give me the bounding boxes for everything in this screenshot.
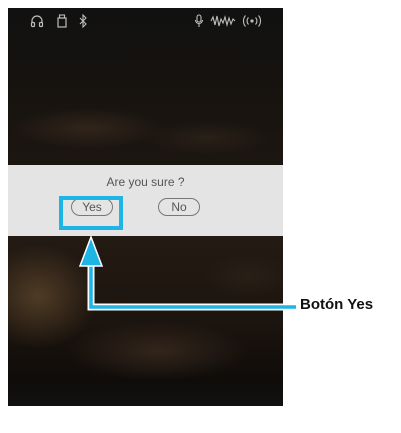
callout-arrow bbox=[78, 234, 296, 311]
callout-label: Botón Yes bbox=[300, 296, 374, 313]
